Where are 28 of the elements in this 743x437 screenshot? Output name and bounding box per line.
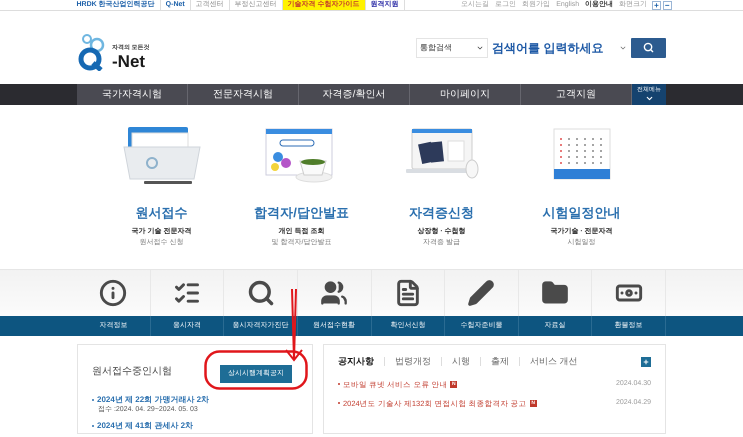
main-nav-item[interactable]: 마이페이지 (410, 84, 521, 105)
zoom-button[interactable]: − (662, 0, 672, 10)
exam-link[interactable]: 2024년 제 41회 관세사 2차 (97, 420, 194, 431)
notice-tab[interactable]: 시행 (452, 355, 470, 368)
main-nav-item[interactable]: 고객지원 (521, 84, 632, 105)
notice-tab[interactable]: 법령개정 (395, 355, 431, 368)
more-button[interactable]: + (641, 356, 651, 367)
pencil-icon (467, 279, 496, 307)
card-title[interactable]: 합격자/답안발표 (254, 203, 349, 222)
main-nav-item[interactable]: 전문자격시험 (188, 84, 299, 105)
notice-tab[interactable]: 공지사항 (338, 355, 374, 368)
notice-tab[interactable]: 서비스 개선 (530, 355, 578, 368)
search-icon (246, 279, 275, 307)
main-nav-item[interactable]: 자격증/확인서 (299, 84, 410, 105)
search-button[interactable] (631, 38, 666, 58)
search-field[interactable]: 검색어를 입력하세요 (492, 38, 627, 58)
exam-link[interactable]: 2024년 제 22회 가맹거래사 2차 (97, 395, 210, 406)
card-title[interactable]: 시험일정안내 (542, 203, 620, 222)
zoom-button[interactable]: + (652, 0, 661, 10)
notice-tab[interactable]: 출제 (491, 355, 509, 368)
main-nav-item[interactable]: 국가자격시험 (77, 84, 188, 105)
card-title[interactable]: 자격증신청 (409, 203, 474, 222)
search-icon (643, 42, 654, 53)
logo-text: -Net (112, 52, 146, 70)
panel-title: 원서접수중인시험 (92, 364, 172, 379)
card-title[interactable]: 원서접수 (136, 203, 188, 222)
people-icon (320, 279, 348, 307)
search-scope-select[interactable]: 통합검색 (416, 38, 488, 58)
